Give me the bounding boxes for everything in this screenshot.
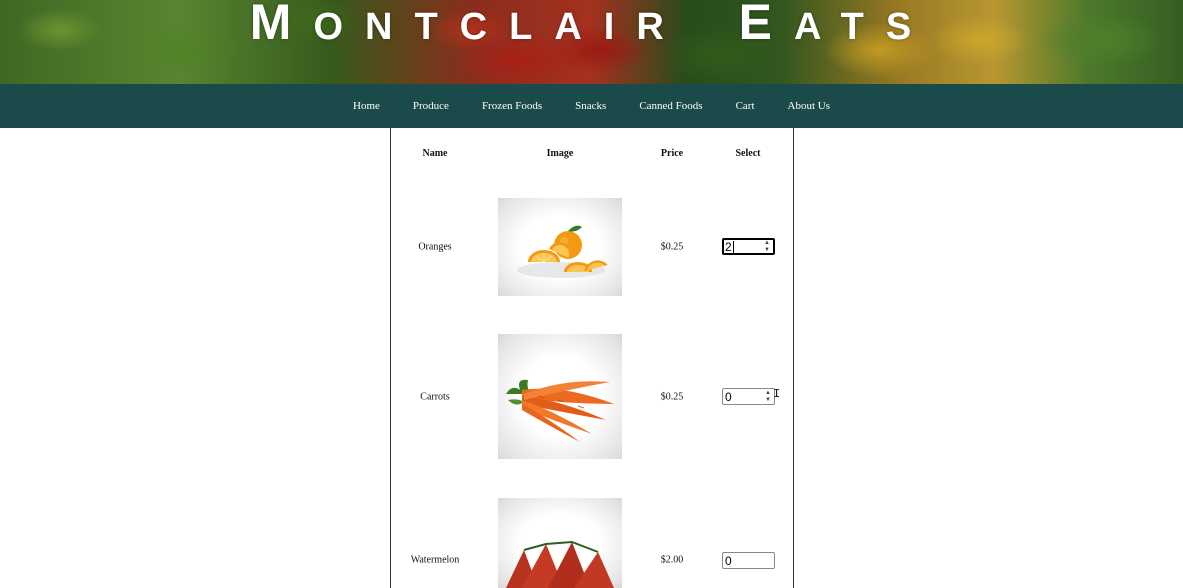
header-select: Select bbox=[735, 148, 761, 159]
quantity-spinner[interactable]: ▲ ▼ bbox=[762, 240, 772, 253]
text-caret bbox=[732, 241, 734, 254]
chevron-down-icon[interactable]: ▼ bbox=[764, 247, 770, 253]
product-price: $0.25 bbox=[660, 241, 684, 253]
quantity-input-carrots[interactable]: 0 ▲ ▼ bbox=[722, 388, 775, 405]
nav-cart[interactable]: Cart bbox=[736, 100, 755, 112]
main-nav: Home Produce Frozen Foods Snacks Canned … bbox=[0, 84, 1183, 128]
chevron-down-icon[interactable]: ▼ bbox=[765, 397, 771, 403]
header-banner: MONTCLAIR EATS bbox=[0, 0, 1183, 84]
site-title: MONTCLAIR EATS bbox=[249, 0, 934, 50]
oranges-image bbox=[498, 198, 622, 296]
product-name: Carrots bbox=[420, 391, 450, 403]
nav-home[interactable]: Home bbox=[353, 100, 380, 112]
watermelon-image bbox=[498, 498, 622, 588]
quantity-input-oranges[interactable]: 2 ▲ ▼ bbox=[722, 238, 775, 255]
nav-frozen-foods[interactable]: Frozen Foods bbox=[482, 100, 542, 112]
nav-canned-foods[interactable]: Canned Foods bbox=[639, 100, 702, 112]
nav-produce[interactable]: Produce bbox=[413, 100, 449, 112]
chevron-up-icon[interactable]: ▲ bbox=[764, 240, 770, 246]
product-table: Name Image Price Select Oranges $0.25 2 … bbox=[390, 128, 794, 588]
text-cursor-icon: I bbox=[773, 387, 781, 401]
chevron-up-icon[interactable]: ▲ bbox=[765, 390, 771, 396]
quantity-input-watermelon[interactable]: 0 bbox=[722, 552, 775, 569]
product-name: Watermelon bbox=[410, 554, 460, 566]
nav-snacks[interactable]: Snacks bbox=[575, 100, 606, 112]
product-price: $0.25 bbox=[660, 391, 684, 403]
header-price: Price bbox=[660, 148, 684, 159]
header-image: Image bbox=[546, 148, 574, 159]
carrots-image bbox=[498, 334, 622, 459]
nav-about-us[interactable]: About Us bbox=[788, 100, 830, 112]
product-price: $2.00 bbox=[660, 554, 684, 566]
header-name: Name bbox=[422, 148, 448, 159]
product-name: Oranges bbox=[418, 241, 452, 253]
quantity-spinner[interactable]: ▲ ▼ bbox=[763, 390, 773, 403]
